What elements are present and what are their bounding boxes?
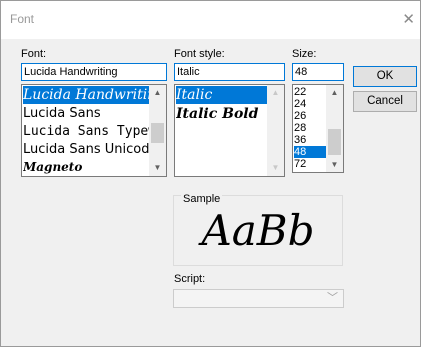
chevron-down-icon: ﹀ — [327, 292, 338, 304]
font-list-item[interactable]: Magneto — [23, 159, 149, 176]
size-list-item[interactable]: 26 — [294, 110, 326, 122]
size-list-item[interactable]: 36 — [294, 134, 326, 146]
scrollbar-thumb[interactable] — [151, 123, 164, 143]
font-label: Font: — [21, 48, 47, 60]
size-input[interactable]: 48 — [292, 63, 344, 81]
size-list-item[interactable]: 28 — [294, 122, 326, 134]
font-list-item[interactable]: Lucida Sans — [23, 105, 149, 123]
close-icon[interactable]: ✕ — [402, 10, 415, 28]
size-list-scrollbar[interactable]: ▲ ▼ — [326, 85, 343, 172]
font-style-input[interactable]: Italic — [174, 63, 285, 81]
font-style-list[interactable]: Italic Italic Bold ▲ ▼ — [174, 84, 285, 177]
size-list-item[interactable]: 22 — [294, 86, 326, 98]
chevron-down-icon: ▼ — [271, 163, 280, 172]
font-dialog: Font ✕ Font: Lucida Handwriting Lucida H… — [0, 0, 421, 347]
size-label: Size: — [292, 48, 317, 60]
font-list-item[interactable]: Lucida Sans Typewriter — [23, 123, 149, 141]
font-style-label: Font style: — [174, 48, 225, 60]
size-list-item[interactable]: 48 — [294, 146, 326, 158]
chevron-down-icon[interactable]: ▼ — [149, 163, 166, 172]
chevron-down-icon[interactable]: ▼ — [326, 160, 343, 169]
font-name-input[interactable]: Lucida Handwriting — [21, 63, 167, 81]
chevron-up-icon: ▲ — [271, 88, 280, 97]
font-list-scrollbar[interactable]: ▲ ▼ — [149, 85, 166, 176]
font-list[interactable]: Lucida Handwriting Lucida Sans Lucida Sa… — [21, 84, 167, 177]
size-list-item[interactable]: 24 — [294, 98, 326, 110]
chevron-up-icon[interactable]: ▲ — [326, 88, 343, 97]
style-list-item[interactable]: Italic — [176, 86, 267, 104]
size-list[interactable]: 22 24 26 28 36 48 72 ▲ ▼ — [292, 84, 344, 173]
title-bar[interactable]: Font ✕ — [1, 1, 420, 39]
size-list-item[interactable]: 72 — [294, 158, 326, 170]
scrollbar-thumb[interactable] — [328, 129, 341, 155]
style-list-scrollbar: ▲ ▼ — [267, 85, 284, 176]
script-select: ﹀ — [173, 289, 344, 308]
ok-button[interactable]: OK — [353, 66, 417, 87]
cancel-button[interactable]: Cancel — [353, 91, 417, 112]
dialog-title: Font — [10, 12, 35, 26]
script-label: Script: — [174, 273, 206, 285]
chevron-up-icon[interactable]: ▲ — [149, 88, 166, 97]
style-list-item[interactable]: Italic Bold — [176, 105, 267, 123]
font-list-item[interactable]: Lucida Sans Unicode — [23, 141, 149, 159]
font-list-item[interactable]: Lucida Handwriting — [23, 86, 149, 104]
sample-preview: AaBb — [201, 206, 315, 255]
